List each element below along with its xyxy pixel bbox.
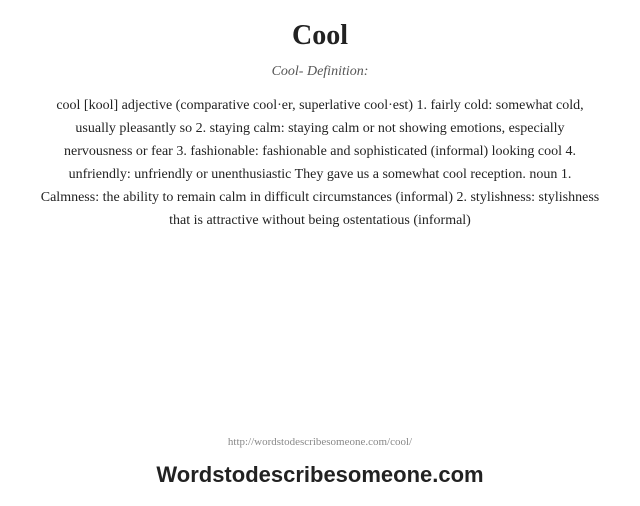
page-title: Cool [292, 20, 348, 52]
page-container: Cool Cool- Definition: cool [kool] adjec… [0, 0, 640, 506]
footer-url[interactable]: http://wordstodescribesomeone.com/cool/ [228, 436, 412, 448]
definition-body: cool [kool] adjective (comparative cool·… [40, 94, 600, 233]
footer-brand[interactable]: Wordstodescribesomeone.com [156, 462, 483, 488]
definition-label: Cool- Definition: [272, 64, 369, 80]
